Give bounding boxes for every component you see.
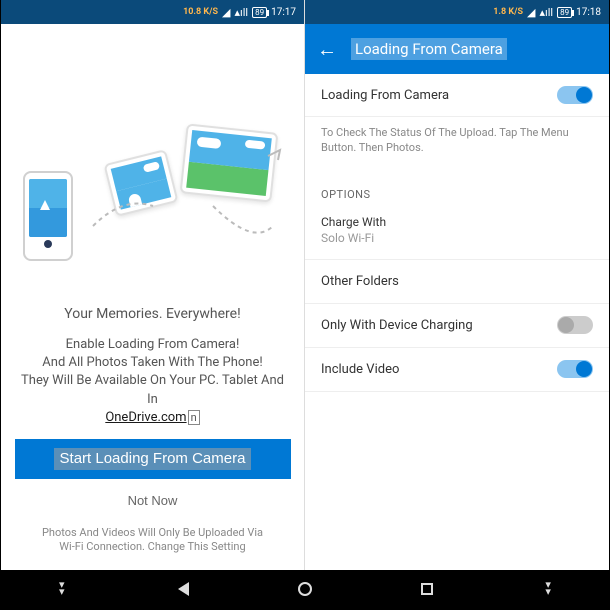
footer-line-2: Wi-Fi Connection. Change This Setting [42, 540, 263, 554]
options-section-header: OPTIONS [305, 172, 609, 209]
n-suffix: n [188, 410, 200, 425]
enable-line-1: Enable Loading From Camera! [17, 336, 288, 354]
nav-more-left-icon[interactable]: ▾▾ [42, 582, 82, 595]
nav-back-icon[interactable] [163, 582, 203, 596]
status-hint-text: To Check The Status Of The Upload. Tap T… [305, 117, 609, 172]
nav-recent-icon[interactable] [407, 583, 447, 595]
header-title: Loading From Camera [351, 38, 507, 60]
wifi-icon: ◢ [527, 6, 535, 19]
phone-graphic [23, 171, 73, 261]
settings-screen: 1.8 K/S ◢ ▴ıll 89 17:18 ← Loading From C… [305, 0, 609, 570]
photo-card-2 [179, 123, 278, 202]
signal-icon: ▴ıll [234, 6, 248, 19]
memories-heading: Your Memories. Everywhere! [64, 306, 240, 322]
battery-indicator: 89 [557, 7, 572, 18]
include-video-label: Include Video [321, 362, 399, 377]
battery-indicator: 89 [252, 7, 267, 18]
charge-with-value: Solo Wi-Fi [321, 231, 593, 245]
status-bar-left: 10.8 K/S ◢ ▴ıll 89 17:17 [1, 0, 304, 24]
include-video-toggle[interactable] [557, 360, 593, 378]
network-speed: 10.8 K/S [183, 7, 218, 17]
back-arrow-icon[interactable]: ← [317, 37, 337, 62]
footer-line-1: Photos And Videos Will Only Be Uploaded … [42, 526, 263, 540]
only-charging-toggle[interactable] [557, 316, 593, 334]
charge-with-row[interactable]: Charge With Solo Wi-Fi [305, 209, 609, 260]
main-toggle-label: Loading From Camera [321, 88, 449, 103]
network-speed: 1.8 K/S [493, 7, 523, 17]
start-loading-button[interactable]: Start Loading From Camera [15, 439, 291, 479]
onedrive-link[interactable]: OneDrive.com [105, 410, 186, 425]
enable-line-2: And All Photos Taken With The Phone! [17, 354, 288, 372]
signal-icon: ▴ıll [539, 6, 553, 19]
only-charging-row[interactable]: Only With Device Charging [305, 304, 609, 348]
onboarding-screen: 10.8 K/S ◢ ▴ıll 89 17:17 [1, 0, 305, 570]
start-loading-label: Start Loading From Camera [54, 448, 252, 470]
footer-note: Photos And Videos Will Only Be Uploaded … [42, 526, 263, 555]
clock: 17:17 [271, 7, 296, 18]
wifi-icon: ◢ [222, 6, 230, 19]
clock: 17:18 [576, 7, 601, 18]
nav-home-icon[interactable] [285, 582, 325, 596]
main-toggle-row[interactable]: Loading From Camera [305, 74, 609, 117]
settings-header: ← Loading From Camera [305, 24, 609, 74]
only-charging-label: Only With Device Charging [321, 318, 473, 333]
enable-description: Enable Loading From Camera! And All Phot… [13, 336, 292, 427]
main-toggle[interactable] [557, 86, 593, 104]
onboarding-content: Your Memories. Everywhere! Enable Loadin… [1, 24, 304, 570]
photo-card-1 [103, 149, 178, 217]
status-bar-right: 1.8 K/S ◢ ▴ıll 89 17:18 [305, 0, 609, 24]
android-nav-bar: ▾▾ ▾▾ [1, 570, 609, 608]
charge-with-label: Charge With [321, 215, 593, 229]
nav-more-right-icon[interactable]: ▾▾ [528, 582, 568, 595]
include-video-row[interactable]: Include Video [305, 348, 609, 392]
camera-upload-illustration [13, 86, 293, 266]
settings-content: Loading From Camera To Check The Status … [305, 74, 609, 570]
enable-line-3: They Will Be Available On Your PC. Table… [17, 372, 288, 408]
not-now-button[interactable]: Not Now [128, 493, 178, 508]
other-folders-label: Other Folders [321, 274, 399, 289]
other-folders-row[interactable]: Other Folders [305, 260, 609, 304]
